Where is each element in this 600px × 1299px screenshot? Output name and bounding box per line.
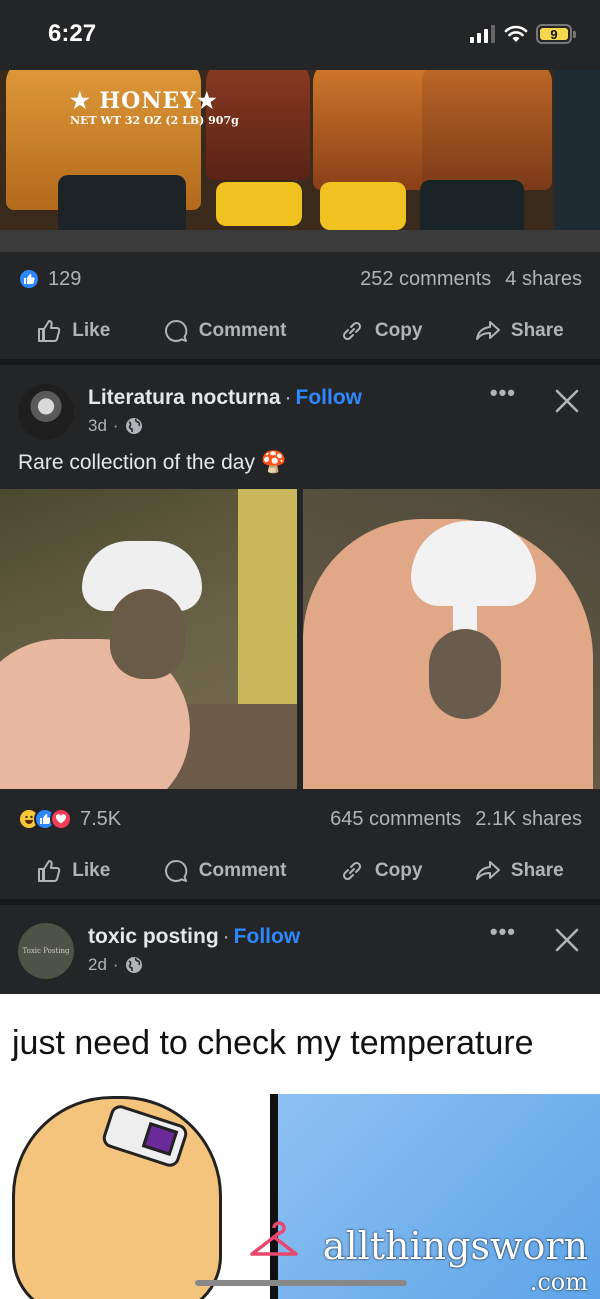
comment-icon	[164, 859, 188, 882]
post-image-mushroom-right[interactable]	[303, 489, 600, 789]
signal-icon	[470, 25, 495, 43]
post2-stats: 7.5K 645 comments 2.1K shares	[0, 792, 600, 846]
post-image-honey[interactable]: ★ HONEY★ NET WT 32 OZ (2 LB) 907g	[0, 70, 600, 252]
thumbs-up-icon	[38, 320, 61, 342]
post-image-meme[interactable]: just need to check my temperature allthi…	[0, 994, 600, 1299]
comment-button[interactable]: Comment	[163, 858, 286, 884]
more-options-button[interactable]: •••	[490, 380, 516, 406]
post-image-mushroom-left[interactable]	[0, 489, 297, 789]
globe-icon	[125, 957, 142, 973]
reaction-summary[interactable]: 7.5K	[18, 808, 121, 831]
wifi-icon	[504, 25, 528, 42]
comment-count[interactable]: 252 comments	[360, 268, 491, 291]
reaction-count: 129	[48, 267, 82, 290]
status-time: 6:27	[48, 20, 97, 47]
post2-header: Literatura nocturna · Follow 3d · •••	[0, 376, 600, 446]
copy-link-button[interactable]: Copy	[339, 318, 422, 344]
like-reaction-icon	[18, 268, 40, 290]
hanger-logo-icon	[250, 1221, 298, 1256]
home-indicator[interactable]	[195, 1280, 407, 1286]
meme-caption: just need to check my temperature	[12, 1024, 534, 1062]
avatar[interactable]	[18, 384, 74, 440]
meme-character	[0, 1094, 275, 1299]
post-separator	[0, 359, 600, 365]
post-author[interactable]: toxic posting · Follow	[88, 925, 300, 949]
thumbs-up-icon	[38, 860, 61, 882]
follow-button[interactable]: Follow	[234, 925, 301, 948]
copy-link-button[interactable]: Copy	[339, 858, 422, 884]
reaction-count: 7.5K	[80, 807, 122, 830]
close-icon[interactable]	[554, 927, 580, 953]
comment-count[interactable]: 645 comments	[330, 808, 461, 831]
battery-icon: 9	[536, 24, 576, 44]
like-button[interactable]: Like	[36, 858, 110, 884]
share-count[interactable]: 4 shares	[505, 268, 582, 291]
reaction-summary[interactable]: 129	[18, 268, 81, 291]
post3-header: Toxic Posting toxic posting · Follow 2d · •…	[0, 915, 600, 985]
post-meta: 2d ·	[88, 955, 143, 975]
link-icon	[342, 321, 361, 341]
link-icon	[342, 861, 361, 881]
post1-actions: Like Comment Copy Share	[0, 303, 600, 359]
status-bar: 6:27 9	[0, 0, 600, 70]
battery-level: 9	[540, 27, 568, 42]
globe-icon	[125, 418, 142, 434]
post2-actions: Like Comment Copy Share	[0, 843, 600, 899]
post-caption: Rare collection of the day 🍄	[18, 451, 287, 474]
close-icon[interactable]	[554, 388, 580, 414]
post-meta: 3d ·	[88, 416, 143, 436]
status-icons: 9	[470, 24, 576, 44]
follow-button[interactable]: Follow	[296, 386, 363, 409]
post-author[interactable]: Literatura nocturna · Follow	[88, 386, 362, 410]
post1-stats: 129 252 comments 4 shares	[0, 252, 600, 306]
share-button[interactable]: Share	[475, 858, 564, 884]
share-arrow-icon	[475, 861, 500, 880]
avatar[interactable]: Toxic Posting	[18, 923, 74, 979]
share-count[interactable]: 2.1K shares	[475, 808, 582, 831]
more-options-button[interactable]: •••	[490, 919, 516, 945]
like-button[interactable]: Like	[36, 318, 110, 344]
love-reaction-icon	[50, 808, 72, 830]
comment-button[interactable]: Comment	[163, 318, 286, 344]
share-arrow-icon	[475, 321, 500, 340]
post-separator	[0, 899, 600, 905]
comment-icon	[164, 319, 188, 342]
honey-label: ★ HONEY★ NET WT 32 OZ (2 LB) 907g	[70, 88, 239, 127]
share-button[interactable]: Share	[475, 318, 564, 344]
